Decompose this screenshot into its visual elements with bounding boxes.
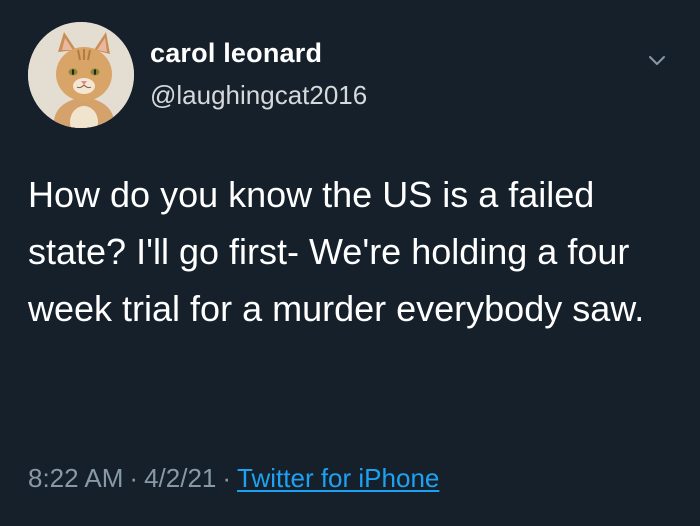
tweet-time[interactable]: 8:22 AM xyxy=(28,463,123,493)
meta-separator: · xyxy=(129,463,139,493)
tweet-source-link[interactable]: Twitter for iPhone xyxy=(237,463,439,493)
avatar[interactable] xyxy=(28,22,134,128)
cat-avatar-icon xyxy=(28,22,134,128)
chevron-down-icon[interactable] xyxy=(645,48,669,72)
tweet-card: carol leonard @laughingcat2016 How do yo… xyxy=(0,0,700,526)
tweet-text: How do you know the US is a failed state… xyxy=(28,174,645,329)
meta-separator: · xyxy=(222,463,232,493)
author-handle[interactable]: @laughingcat2016 xyxy=(150,80,367,111)
tweet-meta: 8:22 AM · 4/2/21 · Twitter for iPhone xyxy=(28,463,439,494)
tweet-date[interactable]: 4/2/21 xyxy=(144,463,216,493)
author-name[interactable]: carol leonard xyxy=(150,38,322,69)
